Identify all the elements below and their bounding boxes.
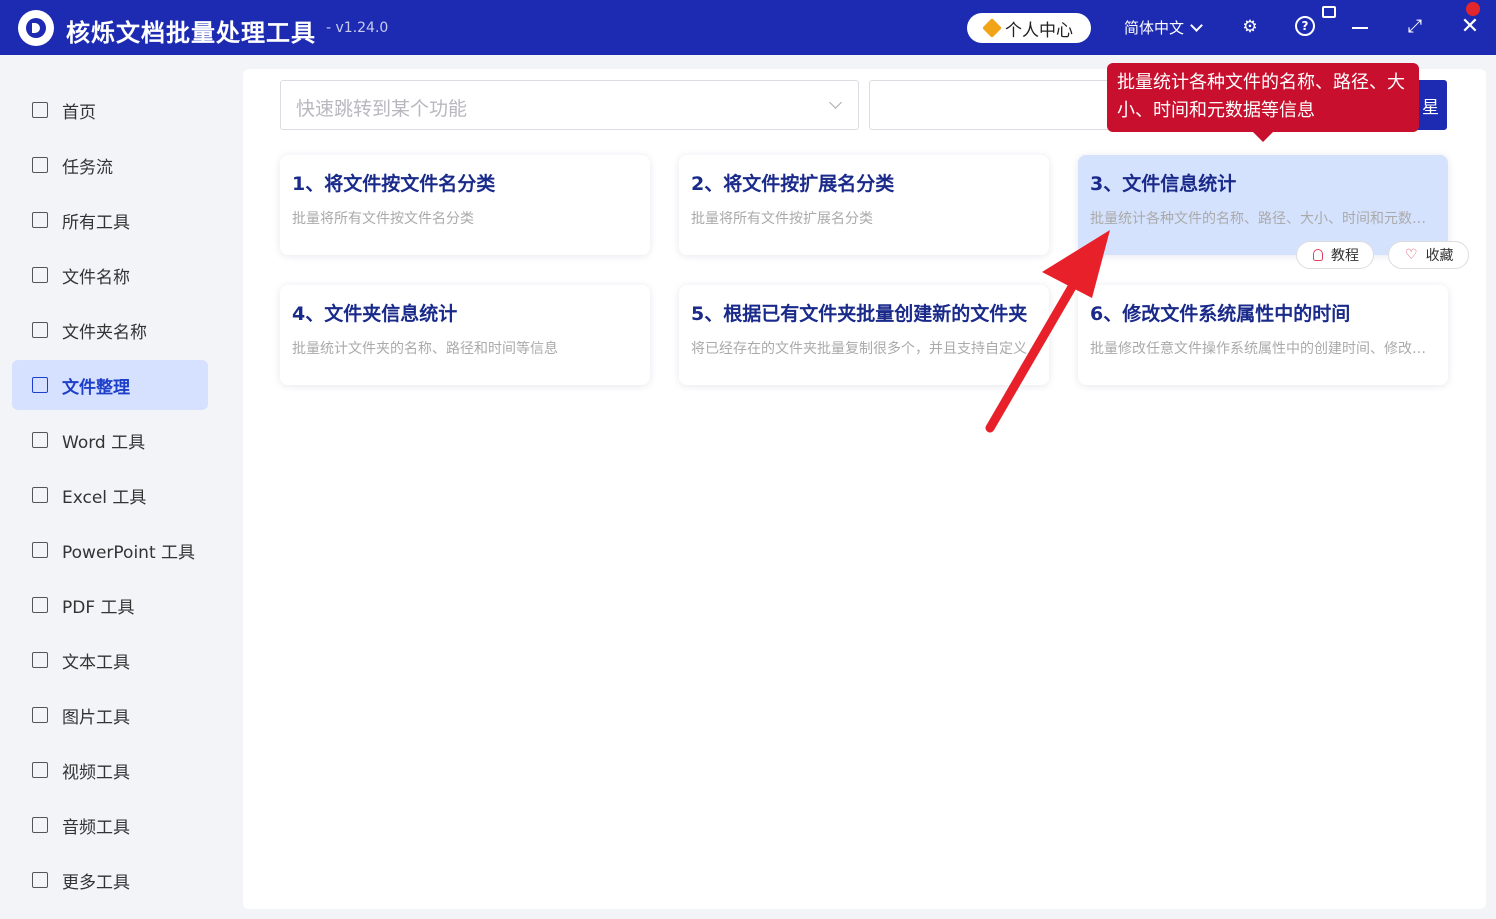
annotation-arrow-icon — [985, 230, 1110, 433]
